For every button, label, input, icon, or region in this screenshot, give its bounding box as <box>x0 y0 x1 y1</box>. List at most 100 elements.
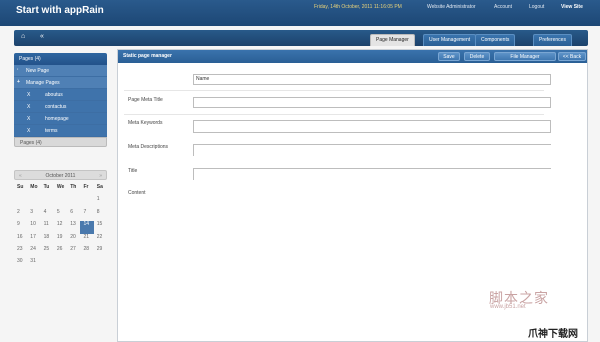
calendar-empty-cell <box>80 196 93 208</box>
sidebar: Pages (4) · New Page + Manage Pages X ab… <box>14 53 107 147</box>
sidebar-item-terms[interactable]: X terms <box>14 125 107 137</box>
calendar-empty-cell <box>94 258 107 270</box>
calendar-empty-cell <box>80 258 93 270</box>
top-nav: ⌂ « Page Manager User Management Compone… <box>14 30 588 46</box>
calendar-day[interactable]: 17 <box>27 234 40 246</box>
watermark-url: www.jb51.net <box>490 304 526 310</box>
calendar-day[interactable]: 22 <box>94 234 107 246</box>
panel-toolbar: Static page manager Save Delete File Man… <box>118 50 587 63</box>
delete-icon[interactable]: X <box>27 116 30 122</box>
title-field[interactable] <box>193 168 551 180</box>
calendar-day[interactable]: 1 <box>94 196 107 208</box>
calendar-dow: Th <box>70 184 77 190</box>
sidebar-header: Pages (4) <box>14 53 107 65</box>
calendar-dow: Mo <box>30 184 38 190</box>
calendar-day[interactable]: 15 <box>94 221 107 233</box>
delete-icon[interactable]: X <box>27 128 30 134</box>
file-manager-button[interactable]: File Manager <box>494 52 556 61</box>
sidebar-item-aboutus[interactable]: X aboutus <box>14 89 107 101</box>
sidebar-item-homepage[interactable]: X homepage <box>14 113 107 125</box>
calendar-day[interactable]: 28 <box>80 246 93 258</box>
calendar-dow: Sa <box>96 184 103 190</box>
calendar-day[interactable]: 18 <box>41 234 54 246</box>
delete-icon[interactable]: X <box>27 92 30 98</box>
watermark-site: 爪神下载网 <box>528 329 578 340</box>
back-button[interactable]: << Back <box>558 52 586 61</box>
meta-keywords-label: Meta Keywords <box>128 120 163 126</box>
calendar-day[interactable]: 25 <box>41 246 54 258</box>
calendar-day[interactable]: 5 <box>54 209 67 221</box>
calendar-day[interactable]: 31 <box>27 258 40 270</box>
calendar-day[interactable]: 26 <box>54 246 67 258</box>
calendar-empty-cell <box>67 196 80 208</box>
collapse-icon[interactable]: « <box>40 33 44 40</box>
calendar-day[interactable]: 12 <box>54 221 67 233</box>
sidebar-item-label: contactus <box>45 104 67 110</box>
calendar-day[interactable]: 10 <box>27 221 40 233</box>
delete-icon[interactable]: X <box>27 104 30 110</box>
home-icon[interactable]: ⌂ <box>21 33 25 40</box>
calendar-day[interactable]: 13 <box>67 221 80 233</box>
calendar-day[interactable]: 7 <box>80 209 93 221</box>
name-field-value: Name <box>196 76 210 82</box>
sidebar-item-contactus[interactable]: X contactus <box>14 101 107 113</box>
calendar-day[interactable]: 2 <box>14 209 27 221</box>
meta-descriptions-field[interactable] <box>193 144 551 156</box>
bullet-icon: · <box>17 67 19 73</box>
page-meta-title-field[interactable] <box>193 97 551 108</box>
prev-month-icon[interactable]: « <box>19 173 22 179</box>
tab-components[interactable]: Components <box>475 34 516 46</box>
meta-keywords-field[interactable] <box>193 120 551 133</box>
name-field[interactable]: Name <box>193 74 551 85</box>
calendar-day[interactable]: 9 <box>14 221 27 233</box>
sidebar-item-new-page[interactable]: · New Page <box>14 65 107 77</box>
sidebar-item-label: homepage <box>45 116 69 122</box>
tab-user-management[interactable]: User Management <box>423 34 477 46</box>
tab-preferences[interactable]: Preferences <box>533 34 572 46</box>
sidebar-item-label: New Page <box>26 68 50 74</box>
calendar-day[interactable]: 30 <box>14 258 27 270</box>
calendar-day[interactable]: 3 <box>27 209 40 221</box>
divider <box>124 114 544 115</box>
logout-link[interactable]: Logout <box>529 4 544 10</box>
save-button[interactable]: Save <box>438 52 460 61</box>
sidebar-item-label: terms <box>45 128 58 134</box>
calendar-grid: Su Mo Tu We Th Fr Sa 1 2 3 4 5 6 7 8 9 10 11 12 13 14 15 16 17 1… <box>14 184 107 271</box>
view-site-link[interactable]: View Site <box>561 4 583 10</box>
sidebar-item-manage-pages[interactable]: + Manage Pages <box>14 77 107 89</box>
calendar-dow: We <box>56 184 65 190</box>
panel-title: Static page manager <box>123 53 172 59</box>
calendar-day[interactable]: 19 <box>54 234 67 246</box>
tab-page-manager[interactable]: Page Manager <box>370 34 415 46</box>
calendar-empty-cell <box>41 196 54 208</box>
calendar-dow: Tu <box>43 184 50 190</box>
app-header: Start with appRain Friday, 14th October,… <box>0 0 600 26</box>
calendar-dow: Fr <box>83 184 89 190</box>
calendar-day[interactable]: 8 <box>94 209 107 221</box>
calendar-day[interactable]: 29 <box>94 246 107 258</box>
calendar-header: « October 2011 » <box>14 170 107 180</box>
calendar-day[interactable]: 6 <box>67 209 80 221</box>
header-date: Friday, 14th October, 2011 11:16:05 PM <box>314 4 402 10</box>
account-link[interactable]: Account <box>494 4 512 10</box>
calendar-day[interactable]: 27 <box>67 246 80 258</box>
calendar-day[interactable]: 16 <box>14 234 27 246</box>
sidebar-item-label: aboutus <box>45 92 63 98</box>
divider <box>124 90 544 91</box>
calendar-day[interactable]: 24 <box>27 246 40 258</box>
sidebar-footer[interactable]: Pages (4) <box>14 137 107 147</box>
calendar-day[interactable]: 11 <box>41 221 54 233</box>
calendar-day[interactable]: 23 <box>14 246 27 258</box>
calendar-day[interactable]: 14 <box>80 221 94 234</box>
calendar-empty-cell <box>67 258 80 270</box>
calendar-dow: Su <box>17 184 24 190</box>
calendar-day[interactable]: 21 <box>80 234 93 246</box>
calendar-day[interactable]: 4 <box>41 209 54 221</box>
plus-icon: + <box>17 79 20 85</box>
delete-button[interactable]: Delete <box>464 52 490 61</box>
calendar-day[interactable]: 20 <box>67 234 80 246</box>
app-title: Start with appRain <box>16 5 104 16</box>
next-month-icon[interactable]: » <box>99 173 102 179</box>
admin-link[interactable]: Website Administrator <box>427 4 476 10</box>
calendar-widget: « October 2011 » Su Mo Tu We Th Fr Sa 1 2 3 4 5 6 7 8 9… <box>14 170 107 271</box>
